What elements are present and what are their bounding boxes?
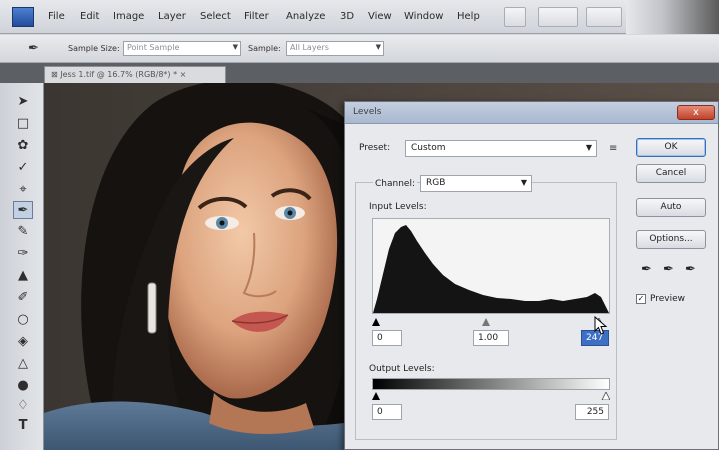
lasso-tool-icon[interactable]: ✿ xyxy=(13,137,33,155)
document-tab[interactable]: ⊠ Jess 1.tif @ 16.7% (RGB/8*) * × xyxy=(44,66,226,83)
dodge-tool-icon[interactable]: ● xyxy=(13,377,33,395)
sample-size-label: Sample Size: xyxy=(68,44,120,53)
menu-analyze[interactable]: Analyze xyxy=(286,11,325,22)
menu-3d[interactable]: 3D xyxy=(340,11,354,22)
quick-select-tool-icon[interactable]: ✓ xyxy=(13,159,33,177)
crop-tool-icon[interactable]: ⌖ xyxy=(13,181,33,199)
input-black-handle[interactable] xyxy=(372,318,380,326)
zoom-level-dropdown[interactable] xyxy=(586,7,622,27)
move-tool-icon[interactable]: ➤ xyxy=(13,93,33,111)
black-point-eyedropper-icon[interactable]: ✒ xyxy=(641,262,652,277)
output-white-field[interactable]: 255 xyxy=(575,404,609,420)
menu-select[interactable]: Select xyxy=(200,11,231,22)
photoshop-window: File Edit Image Layer Select Filter Anal… xyxy=(0,0,719,450)
menu-layer[interactable]: Layer xyxy=(158,11,186,22)
white-point-eyedropper-icon[interactable]: ✒ xyxy=(685,262,696,277)
input-levels-label: Input Levels: xyxy=(369,202,427,212)
screen-mode-button[interactable] xyxy=(538,7,578,27)
preset-label: Preset: xyxy=(359,143,391,153)
sample-size-value: Point Sample xyxy=(127,43,180,52)
sample-size-select[interactable]: Point Sample ▼ xyxy=(123,41,241,56)
clone-stamp-tool-icon[interactable]: ▲ xyxy=(13,267,33,285)
mouse-cursor-icon xyxy=(594,316,608,335)
healing-brush-tool-icon[interactable]: ✎ xyxy=(13,223,33,241)
bridge-button[interactable] xyxy=(504,7,526,27)
channel-label: Channel: xyxy=(373,179,417,189)
dialog-title: Levels xyxy=(353,107,382,117)
chevron-down-icon: ▼ xyxy=(375,43,381,51)
preset-options-icon[interactable]: ≡ xyxy=(609,143,617,154)
menu-window[interactable]: Window xyxy=(404,11,443,22)
preset-select[interactable]: Custom ▼ xyxy=(405,140,597,157)
eraser-tool-icon[interactable]: ○ xyxy=(13,311,33,329)
chevron-down-icon: ▼ xyxy=(520,178,527,187)
dialog-title-bar[interactable]: Levels x xyxy=(345,102,718,124)
menu-filter[interactable]: Filter xyxy=(244,11,269,22)
type-tool-icon[interactable]: T xyxy=(13,417,33,435)
input-black-field[interactable]: 0 xyxy=(372,330,402,346)
menu-edit[interactable]: Edit xyxy=(80,11,99,22)
ok-button[interactable]: OK xyxy=(636,138,706,157)
menu-help[interactable]: Help xyxy=(457,11,480,22)
workspace-switcher[interactable] xyxy=(626,0,719,34)
preview-label: Preview xyxy=(650,294,686,304)
menu-view[interactable]: View xyxy=(368,11,392,22)
auto-button[interactable]: Auto xyxy=(636,198,706,217)
input-gamma-handle[interactable] xyxy=(482,318,490,326)
pen-tool-icon[interactable]: ♢ xyxy=(13,397,33,415)
output-white-handle[interactable] xyxy=(601,392,610,400)
preview-checkbox[interactable]: ✓ xyxy=(636,294,646,304)
menu-bar: File Edit Image Layer Select Filter Anal… xyxy=(0,0,719,34)
menu-image[interactable]: Image xyxy=(113,11,144,22)
options-button[interactable]: Options... xyxy=(636,230,706,249)
preset-value: Custom xyxy=(411,143,446,153)
output-levels-gradient xyxy=(372,378,610,390)
gray-point-eyedropper-icon[interactable]: ✒ xyxy=(663,262,674,277)
output-black-handle[interactable] xyxy=(372,392,380,400)
paint-bucket-tool-icon[interactable]: ◈ xyxy=(13,333,33,351)
output-levels-label: Output Levels: xyxy=(369,364,435,374)
channel-select[interactable]: RGB ▼ xyxy=(420,175,532,192)
histogram xyxy=(372,218,610,314)
brush-tool-icon[interactable]: ✑ xyxy=(13,245,33,263)
photoshop-logo-icon[interactable] xyxy=(12,7,34,27)
sample-select[interactable]: All Layers ▼ xyxy=(286,41,384,56)
chevron-down-icon: ▼ xyxy=(585,143,592,152)
cancel-button[interactable]: Cancel xyxy=(636,164,706,183)
input-levels-slider[interactable] xyxy=(372,316,610,327)
output-black-field[interactable]: 0 xyxy=(372,404,402,420)
input-gamma-field[interactable]: 1.00 xyxy=(473,330,509,346)
blur-tool-icon[interactable]: △ xyxy=(13,355,33,373)
toolbox: ➤ □ ✿ ✓ ⌖ ✒ ✎ ✑ ▲ ✐ ○ ◈ △ ● ♢ T xyxy=(0,83,44,450)
eyedropper-tool-icon[interactable]: ✒ xyxy=(13,201,33,219)
document-tab-strip: ⊠ Jess 1.tif @ 16.7% (RGB/8*) * × xyxy=(0,63,719,83)
chevron-down-icon: ▼ xyxy=(232,43,238,51)
options-bar: ✒ Sample Size: Point Sample ▼ Sample: Al… xyxy=(0,35,719,63)
close-button[interactable]: x xyxy=(677,105,715,120)
marquee-tool-icon[interactable]: □ xyxy=(13,115,33,133)
eyedropper-preset-icon[interactable]: ✒ xyxy=(28,41,39,56)
channel-value: RGB xyxy=(426,178,446,188)
history-brush-tool-icon[interactable]: ✐ xyxy=(13,289,33,307)
menu-file[interactable]: File xyxy=(48,11,65,22)
histogram-shape xyxy=(373,225,609,313)
sample-value: All Layers xyxy=(290,43,329,52)
sample-label: Sample: xyxy=(248,44,281,53)
levels-dialog: Levels x Preset: Custom ▼ ≡ Channel: RGB… xyxy=(344,101,719,450)
output-levels-slider[interactable] xyxy=(372,392,610,400)
